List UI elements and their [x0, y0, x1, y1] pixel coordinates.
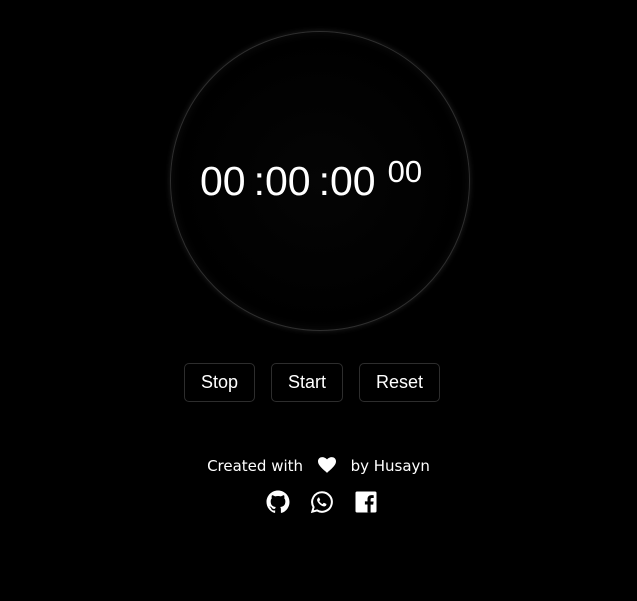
minutes-value: :00 — [253, 158, 311, 204]
stopwatch-app: 00 :00 :00 00 Stop Start Reset Created w… — [0, 0, 637, 601]
hours-value: 00 — [200, 158, 246, 204]
seconds-value: :00 — [318, 158, 376, 204]
footer-credit: Created with by Husayn — [0, 456, 637, 476]
reset-button[interactable]: Reset — [359, 363, 440, 402]
stop-button[interactable]: Stop — [184, 363, 255, 402]
start-button[interactable]: Start — [271, 363, 343, 402]
whatsapp-icon[interactable] — [310, 490, 334, 514]
control-buttons: Stop Start Reset — [184, 363, 440, 402]
created-with-text: Created with — [207, 457, 304, 475]
social-links — [266, 490, 378, 514]
facebook-icon[interactable] — [354, 490, 378, 514]
github-icon[interactable] — [266, 490, 290, 514]
time-display: 00 :00 :00 00 — [200, 154, 422, 206]
milliseconds-value: 00 — [387, 154, 423, 189]
heart-icon — [317, 457, 336, 473]
author-text: by Husayn — [350, 457, 430, 475]
